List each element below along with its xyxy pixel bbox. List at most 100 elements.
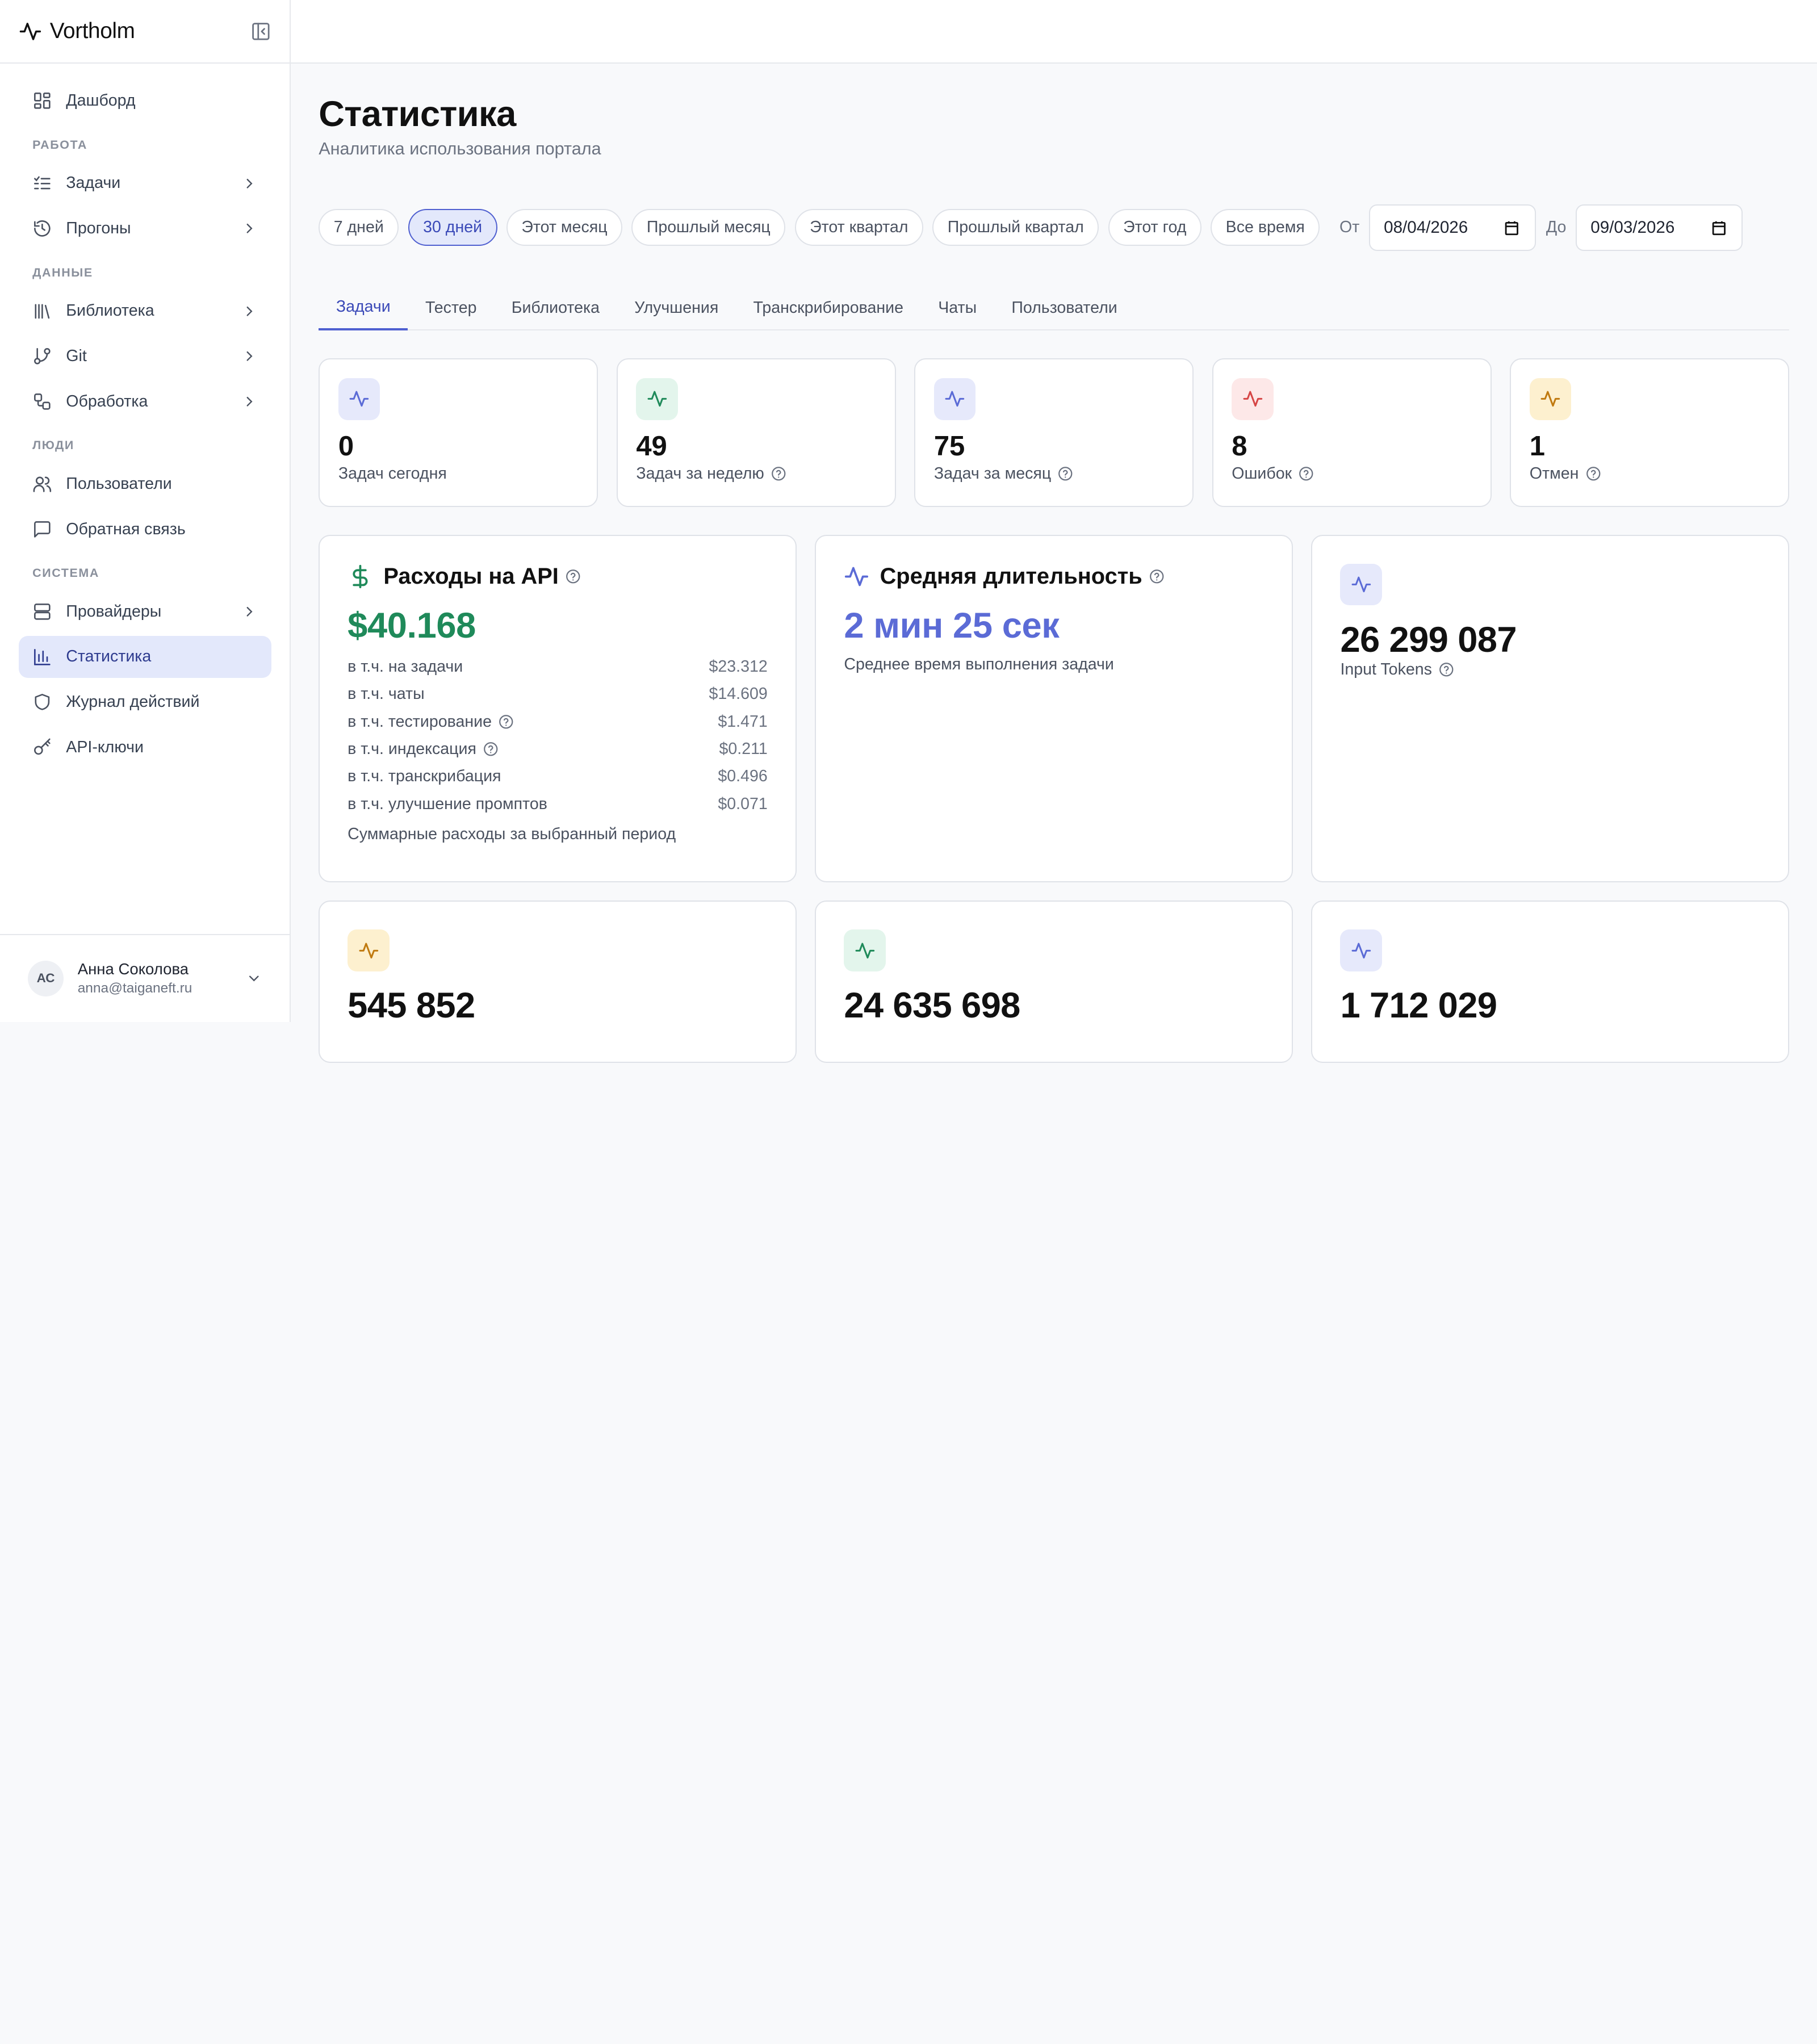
chevron-right-icon xyxy=(246,178,253,189)
range-pill[interactable]: 7 дней xyxy=(319,209,399,246)
tab[interactable]: Библиотека xyxy=(494,286,617,331)
cost-card: Расходы на API $40.168 в т.ч. на задачи … xyxy=(319,534,797,882)
help-icon[interactable] xyxy=(483,742,499,757)
stats-tabs: Задачи Тестер Библиотека Улучшения Транскриб… xyxy=(319,286,1789,331)
sidebar-item-users[interactable]: Пользователи xyxy=(19,463,271,505)
topbar xyxy=(291,0,1817,64)
icon-box xyxy=(338,378,380,420)
cost-breakdown: в т.ч. на задачи $23.312 в т.ч. чаты $14… xyxy=(348,653,768,818)
range-pill[interactable]: Все время xyxy=(1211,209,1320,246)
sidebar-item-runs[interactable]: Прогоны xyxy=(19,208,271,249)
help-icon[interactable] xyxy=(1299,466,1314,481)
range-pill[interactable]: Этот месяц xyxy=(506,209,623,246)
user-name: Анна Соколова xyxy=(77,960,189,978)
sidebar-item-label: Статистика xyxy=(66,647,152,666)
help-icon[interactable] xyxy=(566,569,581,584)
sidebar-collapse-icon[interactable] xyxy=(250,21,271,42)
tab[interactable]: Чаты xyxy=(921,286,994,331)
range-pill[interactable]: Прошлый месяц xyxy=(631,209,786,246)
sidebar-item-stats[interactable]: Статистика xyxy=(18,636,271,678)
section-label-work: РАБОТА xyxy=(32,137,87,152)
calendar-icon[interactable] xyxy=(1503,219,1521,237)
cost-note: Суммарные расходы за выбранный период xyxy=(348,824,676,843)
token-card: 545 852 xyxy=(319,900,797,1063)
icon-box xyxy=(636,378,678,420)
user-menu[interactable]: АС Анна Соколова anna@taiganeft.ru xyxy=(0,933,290,1022)
chevron-right-icon xyxy=(246,306,253,316)
icon-box xyxy=(348,929,390,971)
sidebar-item-git[interactable]: Git xyxy=(19,336,271,377)
stat-label: Ошибок xyxy=(1232,464,1472,483)
activity-icon xyxy=(359,943,378,958)
chevron-right-icon xyxy=(246,224,253,233)
bar-chart-icon xyxy=(34,648,51,665)
date-from-input[interactable]: 08/04/2026 xyxy=(1368,204,1536,251)
cost-row: в т.ч. на задачи $23.312 xyxy=(348,653,768,680)
activity-icon xyxy=(1540,391,1560,407)
sidebar-item-apikeys[interactable]: API-ключи xyxy=(19,726,271,768)
sidebar-item-providers[interactable]: Провайдеры xyxy=(19,591,271,633)
icon-box xyxy=(1340,929,1382,971)
help-icon[interactable] xyxy=(1586,466,1601,481)
sidebar-item-library[interactable]: Библиотека xyxy=(19,290,271,332)
sidebar-item-label: Обработка xyxy=(66,392,148,411)
chevron-right-icon xyxy=(246,607,253,617)
page-subtitle: Аналитика использования портала xyxy=(319,139,601,159)
range-pill[interactable]: Прошлый квартал xyxy=(932,209,1099,246)
cost-row-value: $0.496 xyxy=(718,767,768,786)
tab[interactable]: Улучшения xyxy=(617,286,736,331)
calendar-icon[interactable] xyxy=(1710,219,1728,237)
sidebar-item-label: Задачи xyxy=(66,174,121,192)
sidebar-item-dashboard[interactable]: Дашборд xyxy=(19,80,271,122)
sidebar-item-audit[interactable]: Журнал действий xyxy=(19,681,271,723)
range-pill[interactable]: Этот квартал xyxy=(794,209,923,246)
help-icon[interactable] xyxy=(1439,662,1454,677)
sidebar-item-label: Обратная связь xyxy=(66,520,186,538)
sidebar: Vortholm Дашборд РАБОТА Задачи Прогоны Д… xyxy=(0,0,291,1022)
tab[interactable]: Транскрибирование xyxy=(736,286,921,331)
stat-value: 49 xyxy=(636,430,667,462)
date-to-value: 09/03/2026 xyxy=(1590,217,1675,237)
cost-row: в т.ч. чаты $14.609 xyxy=(348,681,768,708)
sidebar-item-processing[interactable]: Обработка xyxy=(19,380,271,422)
stat-card: 75 Задач за месяц xyxy=(914,358,1194,507)
tab[interactable]: Тестер xyxy=(408,286,494,331)
range-pill[interactable]: Этот год xyxy=(1108,209,1201,246)
duration-note: Среднее время выполнения задачи xyxy=(844,655,1114,674)
activity-icon xyxy=(1243,391,1262,407)
tab[interactable]: Пользователи xyxy=(994,286,1135,331)
list-checks-icon xyxy=(34,176,51,189)
icon-box xyxy=(1340,563,1382,606)
message-square-icon xyxy=(34,521,51,538)
sidebar-item-tasks[interactable]: Задачи xyxy=(19,162,271,204)
sidebar-item-label: Git xyxy=(66,346,87,365)
sidebar-item-label: Прогоны xyxy=(66,219,131,237)
user-email: anna@taiganeft.ru xyxy=(77,981,192,996)
help-icon[interactable] xyxy=(1149,569,1165,584)
sidebar-item-feedback[interactable]: Обратная связь xyxy=(19,508,271,550)
help-icon[interactable] xyxy=(771,466,786,481)
help-icon[interactable] xyxy=(499,714,514,730)
tab[interactable]: Задачи xyxy=(319,286,408,331)
duration-title-text: Средняя длительность xyxy=(880,563,1142,589)
stat-value: 75 xyxy=(933,430,965,462)
input-tokens-card: 26 299 087 Input Tokens xyxy=(1311,534,1789,882)
cost-row-value: $1.471 xyxy=(718,712,768,731)
cost-value: $40.168 xyxy=(348,606,476,646)
sidebar-item-label: API-ключи xyxy=(66,738,144,756)
history-icon xyxy=(34,220,51,237)
cost-row-value: $14.609 xyxy=(709,685,768,703)
metrics-grid: Расходы на API $40.168 в т.ч. на задачи … xyxy=(319,534,1789,1063)
date-to-input[interactable]: 09/03/2026 xyxy=(1575,204,1743,251)
token-value: 24 635 698 xyxy=(844,986,1020,1026)
cost-row-value: $0.211 xyxy=(719,740,768,759)
cost-title: Расходы на API xyxy=(348,564,768,589)
brand: Vortholm xyxy=(0,0,290,64)
shield-icon xyxy=(35,694,50,710)
range-pill[interactable]: 30 дней xyxy=(408,209,497,246)
activity-icon xyxy=(349,391,369,407)
date-filters: 7 дней 30 дней Этот месяц Прошлый месяц Этот… xyxy=(319,204,1789,251)
help-icon[interactable] xyxy=(1058,466,1073,481)
stat-label-text: Задач за неделю xyxy=(636,464,764,483)
pulse-logo-icon xyxy=(19,22,41,40)
